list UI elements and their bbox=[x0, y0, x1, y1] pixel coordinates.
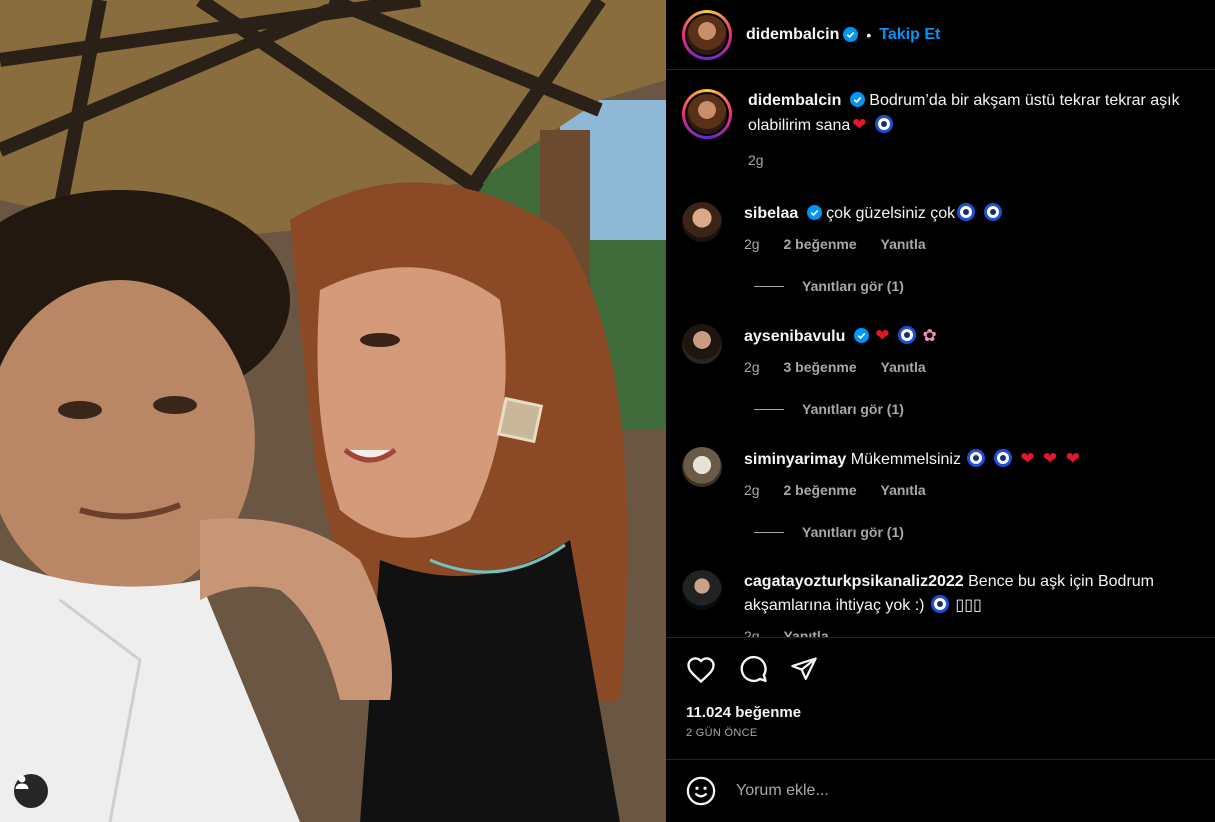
post-side-panel: didembalcin • Takip Et didembalcin Bodru… bbox=[666, 0, 1215, 822]
comment-item: siminyarimay Mükemmelsiniz ❤ ❤ ❤ 2g 2 be… bbox=[682, 447, 1199, 502]
evil-eye-emoji bbox=[957, 203, 976, 221]
evil-eye-emoji bbox=[983, 203, 1002, 221]
caption-avatar[interactable] bbox=[682, 89, 732, 139]
photo-illustration bbox=[0, 0, 666, 822]
replies-divider bbox=[754, 531, 784, 533]
commenter-username[interactable]: cagatayozturkpsikanaliz2022 bbox=[744, 573, 964, 590]
comment-text: çok güzelsiniz çok bbox=[826, 205, 956, 222]
verified-icon bbox=[843, 27, 859, 42]
evil-eye-emoji bbox=[993, 449, 1012, 467]
comment-likes[interactable]: 3 beğenme bbox=[783, 359, 856, 375]
missing-glyph-emoji: ▯▯▯ bbox=[955, 597, 982, 614]
comment-item: cagatayozturkpsikanaliz2022 Bence bu aşk… bbox=[682, 570, 1199, 637]
follow-button[interactable]: Takip Et bbox=[879, 26, 940, 44]
user-tag-icon bbox=[15, 775, 29, 789]
comment-input[interactable] bbox=[736, 782, 1136, 800]
replies-divider bbox=[754, 285, 784, 287]
comments-list[interactable]: didembalcin Bodrum’da bir akşam üstü tek… bbox=[666, 71, 1215, 637]
view-replies-button[interactable]: Yanıtları gör (1) bbox=[754, 401, 1199, 417]
heart-emoji: ❤ bbox=[875, 326, 890, 345]
commenter-avatar[interactable] bbox=[682, 447, 722, 487]
view-replies-label: Yanıtları gör (1) bbox=[802, 524, 904, 540]
author-avatar[interactable] bbox=[682, 9, 732, 60]
comment-likes[interactable]: 2 beğenme bbox=[783, 482, 856, 498]
view-replies-label: Yanıtları gör (1) bbox=[802, 401, 904, 417]
heart-emoji: ❤ bbox=[1020, 449, 1035, 468]
commenter-avatar[interactable] bbox=[682, 202, 722, 242]
comment-time: 2g bbox=[744, 482, 760, 498]
comment-item: sibelaa çok güzelsiniz çok 2g 2 beğenme … bbox=[682, 202, 1199, 256]
heart-icon[interactable] bbox=[686, 655, 716, 683]
post-caption: didembalcin Bodrum’da bir akşam üstü tek… bbox=[682, 89, 1199, 172]
commenter-username[interactable]: sibelaa bbox=[744, 205, 798, 222]
evil-eye-emoji bbox=[930, 595, 949, 613]
caption-username[interactable]: didembalcin bbox=[748, 92, 841, 109]
reply-button[interactable]: Yanıtla bbox=[881, 236, 926, 252]
separator-dot: • bbox=[866, 26, 872, 43]
evil-eye-emoji bbox=[897, 326, 916, 344]
reply-button[interactable]: Yanıtla bbox=[881, 359, 926, 375]
view-replies-button[interactable]: Yanıtları gör (1) bbox=[754, 524, 1199, 540]
comment-time: 2g bbox=[744, 359, 760, 375]
user-tag-button[interactable] bbox=[14, 774, 48, 808]
view-replies-label: Yanıtları gör (1) bbox=[802, 278, 904, 294]
post-header: didembalcin • Takip Et bbox=[666, 0, 1215, 70]
verified-icon bbox=[853, 328, 869, 343]
heart-emoji: ❤ bbox=[1043, 449, 1058, 468]
evil-eye-emoji bbox=[874, 115, 893, 133]
post-photo bbox=[0, 0, 666, 822]
verified-icon bbox=[806, 205, 822, 220]
verified-icon bbox=[849, 92, 865, 107]
post-actions: 11.024 beğenme 2 GÜN ÖNCE bbox=[666, 637, 1215, 759]
comment-icon[interactable] bbox=[738, 654, 768, 684]
likes-count[interactable]: 11.024 beğenme bbox=[686, 704, 1195, 721]
commenter-username[interactable]: siminyarimay bbox=[744, 451, 846, 468]
comment-likes[interactable]: 2 beğenme bbox=[783, 236, 856, 252]
evil-eye-emoji bbox=[967, 449, 986, 467]
author-username[interactable]: didembalcin bbox=[746, 26, 839, 44]
flower-emoji: ✿ bbox=[922, 326, 937, 345]
heart-emoji: ❤ bbox=[852, 115, 867, 134]
replies-divider bbox=[754, 408, 784, 410]
view-replies-button[interactable]: Yanıtları gör (1) bbox=[754, 278, 1199, 294]
commenter-username[interactable]: aysenibavulu bbox=[744, 328, 845, 345]
comment-text: Mükemmelsiniz bbox=[850, 451, 961, 468]
reply-button[interactable]: Yanıtla bbox=[881, 482, 926, 498]
commenter-avatar[interactable] bbox=[682, 324, 722, 364]
reply-button[interactable]: Yanıtla bbox=[783, 628, 828, 637]
share-icon[interactable] bbox=[790, 655, 818, 683]
heart-emoji: ❤ bbox=[1065, 449, 1080, 468]
comment-time: 2g bbox=[744, 628, 760, 637]
post-date: 2 GÜN ÖNCE bbox=[686, 727, 758, 739]
emoji-icon[interactable] bbox=[686, 776, 716, 806]
commenter-avatar[interactable] bbox=[682, 570, 722, 610]
add-comment-bar bbox=[666, 759, 1215, 822]
comment-item: aysenibavulu ❤ ✿ 2g 3 beğenme Yanıtla bbox=[682, 324, 1199, 379]
comment-time: 2g bbox=[744, 236, 760, 252]
caption-time: 2g bbox=[748, 152, 764, 168]
